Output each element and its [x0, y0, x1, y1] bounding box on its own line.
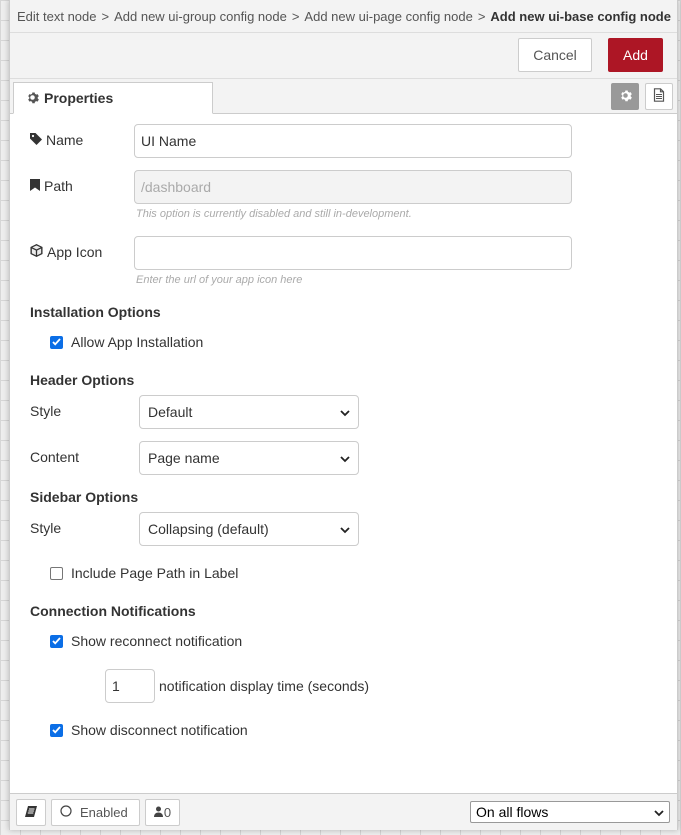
path-input	[134, 170, 572, 204]
node-properties-tab-button[interactable]	[611, 83, 639, 110]
cancel-button[interactable]: Cancel	[518, 38, 592, 72]
header-content-value: Page name	[148, 450, 220, 466]
show-reconnect-row[interactable]: Show reconnect notification	[50, 633, 242, 649]
tray-toolbar: Cancel Add	[10, 33, 677, 79]
header-content-select[interactable]: Page name	[139, 441, 359, 475]
help-button[interactable]	[16, 799, 46, 826]
tab-properties-label: Properties	[44, 90, 114, 106]
name-input[interactable]	[134, 124, 572, 158]
show-disconnect-row[interactable]: Show disconnect notification	[50, 722, 248, 738]
breadcrumb-item-ui-page[interactable]: Add new ui-page config node	[304, 9, 472, 24]
path-label: Path	[30, 178, 73, 194]
flow-scope-select[interactable]: On all flows	[470, 801, 670, 823]
user-icon	[153, 805, 163, 820]
notification-display-time-label: notification display time (seconds)	[159, 678, 370, 694]
include-page-path-row[interactable]: Include Page Path in Label	[50, 565, 238, 581]
allow-app-installation-label: Allow App Installation	[71, 334, 204, 350]
chevron-down-icon	[340, 404, 350, 420]
cube-icon	[30, 244, 43, 260]
bookmark-icon	[30, 178, 40, 194]
path-hint: This option is currently disabled and st…	[136, 208, 412, 220]
tab-bar: Properties	[10, 79, 677, 114]
header-style-value: Default	[148, 404, 193, 420]
users-count-button[interactable]: 0	[145, 799, 180, 826]
enabled-toggle-button[interactable]: Enabled	[51, 799, 140, 826]
name-label: Name	[30, 132, 83, 148]
properties-form: Name Path This option is currently disab…	[10, 114, 677, 793]
gear-icon	[619, 89, 632, 105]
app-icon-hint: Enter the url of your app icon here	[136, 274, 303, 286]
app-icon-input[interactable]	[134, 236, 572, 270]
user-count: 0	[163, 805, 172, 820]
breadcrumb-separator: >	[477, 9, 486, 24]
include-page-path-checkbox[interactable]	[50, 566, 63, 580]
sidebar-style-select[interactable]: Collapsing (default)	[139, 512, 359, 546]
tab-properties[interactable]: Properties	[13, 82, 213, 114]
connection-notifications-title: Connection Notifications	[30, 603, 196, 619]
show-reconnect-label: Show reconnect notification	[71, 633, 243, 649]
breadcrumb-item-ui-group[interactable]: Add new ui-group config node	[114, 9, 287, 24]
document-icon	[653, 88, 665, 105]
enabled-label: Enabled	[80, 805, 128, 820]
show-disconnect-label: Show disconnect notification	[71, 722, 248, 738]
tray-footer: Enabled 0 On all flows	[10, 793, 677, 830]
breadcrumb-separator: >	[101, 9, 110, 24]
chevron-down-icon	[654, 804, 664, 820]
show-reconnect-checkbox[interactable]	[50, 634, 63, 648]
add-button[interactable]: Add	[608, 38, 663, 72]
breadcrumb-item-current: Add new ui-base config node	[490, 9, 671, 24]
book-icon	[25, 805, 37, 820]
allow-app-installation-row[interactable]: Allow App Installation	[50, 334, 203, 350]
header-options-title: Header Options	[30, 372, 135, 388]
include-page-path-label: Include Page Path in Label	[71, 565, 239, 581]
sidebar-style-label: Style	[30, 520, 62, 536]
notification-display-time-input[interactable]	[105, 669, 155, 703]
header-content-label: Content	[30, 449, 80, 465]
breadcrumb: Edit text node > Add new ui-group config n…	[10, 0, 677, 33]
installation-options-title: Installation Options	[30, 304, 161, 320]
tag-icon	[30, 132, 42, 148]
allow-app-installation-checkbox[interactable]	[50, 335, 63, 349]
node-description-tab-button[interactable]	[645, 83, 673, 110]
edit-tray: Edit text node > Add new ui-group config n…	[9, 0, 678, 830]
breadcrumb-item-edit-text-node[interactable]: Edit text node	[17, 9, 97, 24]
circle-icon	[60, 805, 72, 820]
chevron-down-icon	[340, 521, 350, 537]
gear-icon	[26, 91, 39, 107]
flow-scope-value: On all flows	[476, 804, 549, 820]
chevron-down-icon	[340, 450, 350, 466]
header-style-label: Style	[30, 403, 62, 419]
sidebar-style-value: Collapsing (default)	[148, 521, 269, 537]
header-style-select[interactable]: Default	[139, 395, 359, 429]
app-icon-label: App Icon	[30, 244, 102, 260]
breadcrumb-separator: >	[291, 9, 300, 24]
sidebar-options-title: Sidebar Options	[30, 489, 139, 505]
show-disconnect-checkbox[interactable]	[50, 723, 63, 737]
